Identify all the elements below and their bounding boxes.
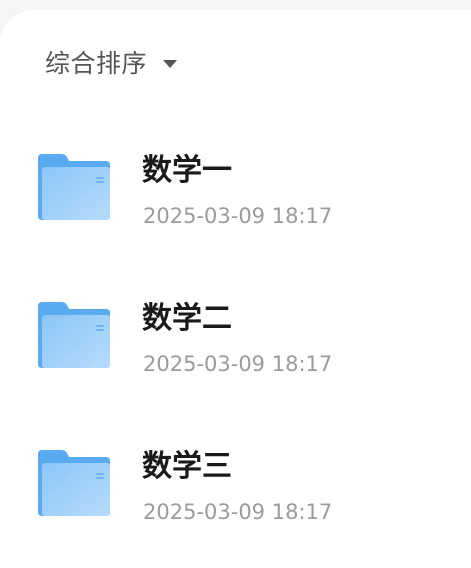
- file-name: 数学一: [142, 153, 232, 188]
- sort-label: 综合排序: [45, 49, 148, 78]
- list-item[interactable]: 数学二 2025-03-09 18:17: [0, 278, 471, 426]
- caret-down-icon: [163, 59, 178, 68]
- folder-icon: [38, 154, 110, 220]
- file-timestamp: 2025-03-09 18:17: [143, 204, 333, 228]
- list-item[interactable]: 数学一 2025-03-09 18:17: [0, 130, 471, 278]
- file-list: 数学一 2025-03-09 18:17 数学二 2025-03-09 18:1…: [0, 130, 471, 568]
- sort-dropdown[interactable]: 综合排序: [45, 44, 178, 80]
- file-name: 数学二: [142, 301, 232, 336]
- folder-icon: [38, 450, 110, 516]
- file-timestamp: 2025-03-09 18:17: [143, 500, 333, 524]
- folder-icon: [38, 302, 110, 368]
- file-list-panel: 综合排序 数学一 2025-03-09 18:17 数学二 2025-03-09…: [0, 10, 471, 568]
- file-timestamp: 2025-03-09 18:17: [143, 352, 333, 376]
- list-item[interactable]: 数学三 2025-03-09 18:17: [0, 426, 471, 568]
- file-name: 数学三: [142, 449, 232, 484]
